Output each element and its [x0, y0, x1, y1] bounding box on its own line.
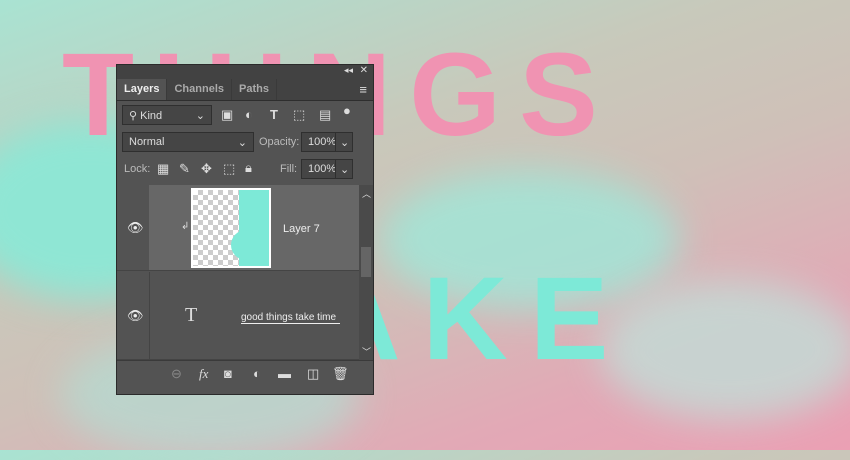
visibility-eye-icon[interactable]: 👁︎ — [127, 220, 144, 236]
blend-mode-select[interactable]: Normal ⌄ — [122, 132, 254, 152]
fill-dropdown[interactable]: ⌄ — [335, 159, 353, 179]
lock-position-icon[interactable]: ✥ — [201, 161, 212, 177]
blend-mode-value: Normal — [129, 136, 165, 148]
pixel-filter-icon[interactable]: ▣ — [221, 107, 233, 123]
visibility-eye-icon[interactable]: 👁︎ — [127, 308, 144, 324]
trash-icon[interactable]: 🗑︎ — [332, 366, 349, 382]
tab-paths[interactable]: Paths — [232, 79, 277, 100]
clipping-arrow-icon: ↲ — [181, 221, 190, 232]
filter-label: Kind — [140, 110, 163, 122]
lock-all-icon[interactable]: 🔒︎ — [245, 160, 252, 176]
panel-menu-icon[interactable]: ≡ — [353, 79, 373, 100]
filter-kind-select[interactable]: ⚲ Kind ⌄ — [122, 105, 212, 125]
lock-brush-icon[interactable]: ✎ — [179, 161, 190, 177]
collapse-icon[interactable]: ◂◂ — [344, 65, 353, 76]
layers-panel: ◂◂ ✕ Layers Channels Paths ≡ ⚲ Kind ⌄ ▣ ◐ … — [116, 64, 374, 395]
layer-row-layer-7[interactable]: 👁︎ ↲ Layer 7 — [117, 185, 360, 271]
shape-filter-icon[interactable]: ⬚ — [293, 107, 305, 123]
layer-name[interactable]: Layer 7 — [283, 223, 320, 235]
fx-icon[interactable]: fx — [199, 366, 208, 382]
folder-icon[interactable]: ▬ — [278, 366, 291, 381]
tab-channels[interactable]: Channels — [167, 79, 232, 100]
opacity-label: Opacity: — [259, 136, 300, 148]
new-layer-icon[interactable]: ◫ — [307, 366, 319, 382]
layer-thumbnail — [191, 188, 271, 268]
adjustment-icon[interactable]: ◐ — [253, 366, 261, 381]
tab-layers[interactable]: Layers — [117, 79, 168, 100]
link-icon[interactable]: ⊖ — [171, 366, 182, 382]
lock-transparency-icon[interactable]: ▦ — [157, 161, 169, 177]
lock-artboard-icon[interactable]: ⬚ — [223, 161, 235, 177]
text-layer-icon: T — [185, 304, 198, 326]
opacity-dropdown[interactable]: ⌄ — [335, 132, 353, 152]
mask-icon[interactable]: ◙ — [224, 366, 232, 381]
smart-object-filter-icon[interactable]: ▤ — [319, 107, 331, 123]
layer-row-text[interactable]: 👁︎ T good things take time — [117, 272, 360, 362]
fill-label: Fill: — [280, 163, 298, 175]
lock-label: Lock: — [124, 163, 151, 175]
adjustment-filter-icon[interactable]: ◐ — [245, 107, 253, 122]
filter-toggle[interactable]: ● — [343, 103, 351, 118]
layer-name[interactable]: good things take time — [241, 312, 341, 324]
type-filter-icon[interactable]: T — [270, 107, 278, 122]
search-icon: ⚲ — [129, 110, 141, 122]
close-icon[interactable]: ✕ — [360, 65, 368, 76]
layers-scrollbar[interactable]: ︿ ﹀ — [359, 185, 373, 360]
